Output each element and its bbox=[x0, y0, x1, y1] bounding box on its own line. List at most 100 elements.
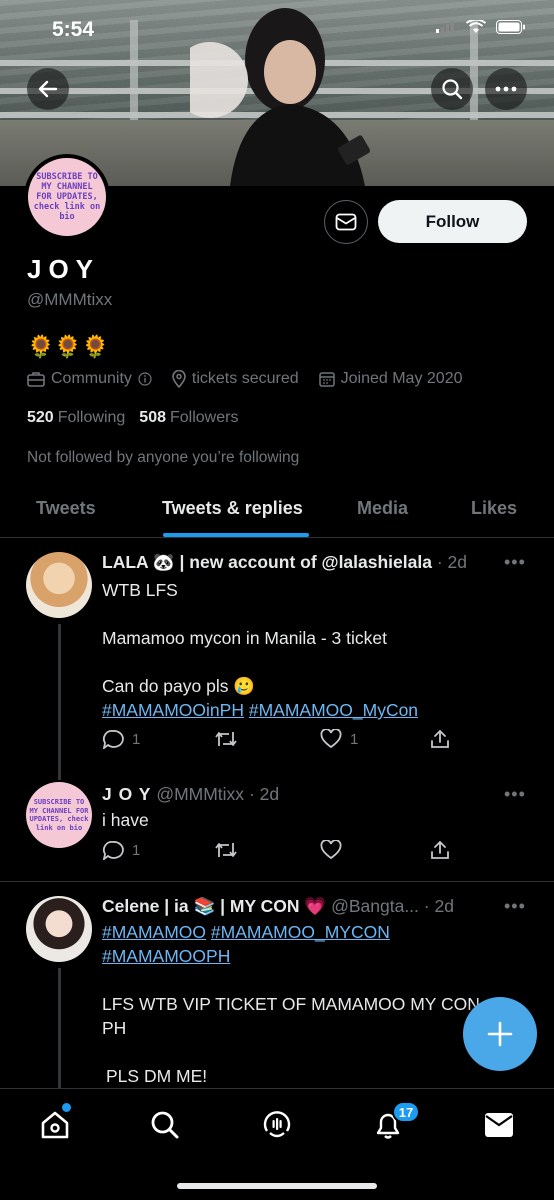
tweet-author-name[interactable]: Celene | ia 📚 | MY CON 💗 bbox=[102, 896, 326, 916]
share-button[interactable] bbox=[430, 840, 450, 860]
reply-button[interactable]: 1 bbox=[102, 729, 140, 749]
tweet-time: · 2d bbox=[248, 784, 280, 804]
tweet-line: PLS DM ME! bbox=[106, 1066, 208, 1086]
display-name: JOY bbox=[27, 254, 101, 284]
share-button[interactable] bbox=[430, 729, 450, 749]
tweet-line: LFS WTB VIP TICKET OF MAMAMOO MY CON bbox=[102, 994, 480, 1014]
category-label: Community bbox=[51, 370, 132, 387]
tab-media[interactable]: Media bbox=[357, 498, 408, 519]
profile-bio: 🌻🌻🌻 bbox=[27, 334, 110, 359]
reply-button[interactable]: 1 bbox=[102, 840, 140, 860]
reply-count: 1 bbox=[132, 841, 141, 859]
tweet-avatar[interactable] bbox=[26, 552, 92, 618]
heart-icon bbox=[320, 729, 342, 749]
home-unread-dot bbox=[62, 1103, 71, 1112]
reply-icon bbox=[102, 841, 124, 860]
mail-icon bbox=[485, 1113, 513, 1137]
not-followed-text: Not followed by anyone you’re following bbox=[27, 449, 300, 466]
tweet-author-name[interactable]: J O Y bbox=[102, 784, 151, 804]
tweet-header: Celene | ia 📚 | MY CON 💗 @Bangta... · 2d bbox=[102, 896, 454, 917]
nav-search[interactable] bbox=[145, 1105, 185, 1145]
follow-button[interactable]: Follow bbox=[378, 200, 527, 243]
like-count: 1 bbox=[350, 730, 359, 748]
tweet-more-button[interactable]: ••• bbox=[504, 784, 526, 805]
tweet-header: J O Y @MMMtixx · 2d bbox=[102, 784, 279, 805]
hashtag-link[interactable]: #MAMAMOO_MYCON bbox=[211, 922, 390, 942]
tweet-line: PH bbox=[102, 1018, 127, 1038]
profile-handle: @MMMtixx bbox=[27, 290, 113, 309]
retweet-icon bbox=[215, 732, 237, 746]
tweet-actions: 1 bbox=[102, 840, 452, 864]
mail-icon bbox=[335, 213, 357, 231]
profile-tabs: Tweets Tweets & replies Media Likes bbox=[0, 484, 554, 538]
profile-avatar[interactable]: SUBSCRIBE TO MY CHANNEL FOR UPDATES, che… bbox=[24, 154, 110, 240]
followers-label: Followers bbox=[170, 409, 239, 426]
nav-messages[interactable] bbox=[479, 1105, 519, 1145]
share-icon bbox=[431, 840, 449, 859]
tweet-author-name[interactable]: LALA 🐼 | new account of @lalashielala bbox=[102, 552, 432, 572]
avatar-text: SUBSCRIBE TO MY CHANNEL FOR UPDATES, che… bbox=[29, 798, 89, 832]
info-icon[interactable] bbox=[138, 372, 152, 386]
tweet-handle: @Bangta... bbox=[331, 896, 419, 916]
hashtag-link[interactable]: #MAMAMOOPH bbox=[102, 946, 230, 966]
tweet-avatar[interactable]: SUBSCRIBE TO MY CHANNEL FOR UPDATES, che… bbox=[26, 782, 92, 848]
search-icon bbox=[151, 1111, 179, 1139]
location-item: tickets secured bbox=[172, 370, 299, 388]
tweet-item[interactable]: SUBSCRIBE TO MY CHANNEL FOR UPDATES, che… bbox=[0, 782, 554, 880]
back-button[interactable] bbox=[27, 68, 69, 110]
tweet-actions: 1 1 bbox=[102, 729, 452, 753]
retweet-icon bbox=[215, 843, 237, 857]
following-count: 520 bbox=[27, 409, 54, 426]
spaces-icon bbox=[263, 1111, 291, 1138]
tweet-more-button[interactable]: ••• bbox=[504, 896, 526, 917]
more-options-button[interactable] bbox=[485, 68, 527, 110]
tweet-text: WTB LFS Mamamoo mycon in Manila - 3 tick… bbox=[102, 578, 418, 722]
retweet-button[interactable] bbox=[214, 729, 238, 749]
compose-tweet-button[interactable] bbox=[463, 997, 537, 1071]
tweet-line: i have bbox=[102, 810, 149, 830]
category-item: Community bbox=[27, 370, 152, 388]
notifications-badge: 17 bbox=[392, 1101, 420, 1123]
search-button[interactable] bbox=[431, 68, 473, 110]
status-bar: 5:54 bbox=[0, 0, 554, 56]
home-indicator bbox=[177, 1183, 377, 1189]
arrow-left-icon bbox=[38, 80, 58, 98]
like-button[interactable]: 1 bbox=[320, 729, 358, 749]
tab-tweets[interactable]: Tweets bbox=[36, 498, 96, 519]
tab-likes[interactable]: Likes bbox=[471, 498, 517, 519]
reply-icon bbox=[102, 730, 124, 749]
following-link[interactable]: 520 Following bbox=[27, 409, 125, 427]
tweet-item[interactable]: LALA 🐼 | new account of @lalashielala · … bbox=[0, 538, 554, 782]
retweet-button[interactable] bbox=[214, 840, 238, 860]
active-tab-indicator bbox=[163, 533, 309, 537]
tab-tweets-replies[interactable]: Tweets & replies bbox=[162, 498, 303, 519]
reply-count: 1 bbox=[132, 730, 141, 748]
more-icon bbox=[495, 86, 517, 92]
hashtag-link[interactable]: #MAMAMOO bbox=[102, 922, 206, 942]
hashtag-link[interactable]: #MAMAMOOinPH bbox=[102, 700, 244, 720]
nav-spaces[interactable] bbox=[257, 1105, 297, 1145]
share-icon bbox=[431, 729, 449, 748]
hashtag-link[interactable]: #MAMAMOO_MyCon bbox=[249, 700, 418, 720]
tweet-avatar[interactable] bbox=[26, 896, 92, 962]
tweet-line: Can do payo pls 🥲 bbox=[102, 676, 256, 696]
thread-line bbox=[58, 968, 61, 1088]
message-button[interactable] bbox=[324, 200, 368, 244]
calendar-icon bbox=[318, 372, 335, 387]
followers-count: 508 bbox=[139, 409, 166, 426]
tweet-more-button[interactable]: ••• bbox=[504, 552, 526, 573]
like-button[interactable] bbox=[320, 840, 342, 860]
tweet-time: · 2d bbox=[423, 896, 454, 916]
follow-counts: 520 Following 508 Followers bbox=[27, 409, 238, 427]
home-icon bbox=[41, 1111, 69, 1139]
status-icons bbox=[436, 20, 526, 34]
location-label: tickets secured bbox=[191, 370, 299, 387]
tweet-line: Mamamoo mycon in Manila - 3 ticket bbox=[102, 628, 387, 648]
location-pin-icon bbox=[172, 370, 186, 388]
plus-icon bbox=[487, 1021, 513, 1047]
followers-link[interactable]: 508 Followers bbox=[139, 409, 238, 427]
heart-icon bbox=[320, 840, 342, 860]
tweet-header: LALA 🐼 | new account of @lalashielala · … bbox=[102, 552, 467, 573]
briefcase-icon bbox=[27, 372, 45, 387]
tweet-text: i have bbox=[102, 808, 149, 832]
